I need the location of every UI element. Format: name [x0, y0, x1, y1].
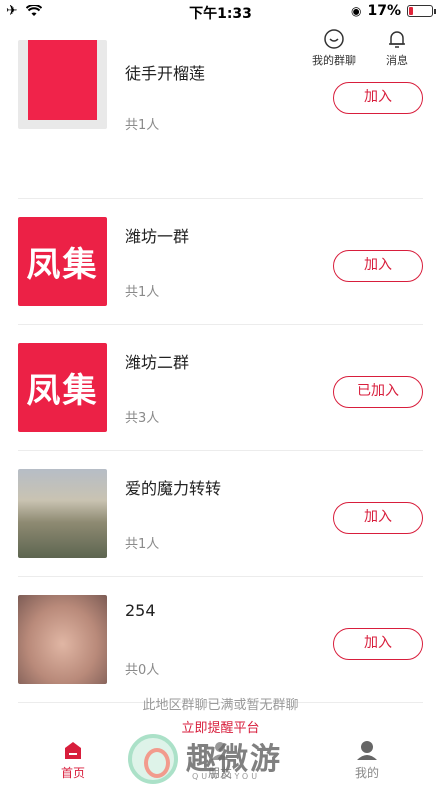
tab-label: 我的 [354, 766, 379, 780]
group-name: 254 [125, 601, 156, 620]
joined-button[interactable]: 已加入 [333, 376, 423, 408]
member-count: 共1人 [125, 285, 160, 300]
profile-icon [357, 741, 377, 760]
list-item[interactable]: 爱的魔力转转 共1人 加入 [18, 451, 423, 577]
tab-label: 首页 [60, 766, 85, 780]
list-item[interactable]: 徒手开榴莲 共1人 加入 [18, 40, 423, 199]
group-name: 徒手开榴莲 [125, 64, 206, 83]
join-button[interactable]: 加入 [333, 250, 423, 282]
group-name: 潍坊一群 [125, 227, 190, 246]
watermark-subtext: QUWEIYOU [192, 772, 261, 781]
join-button[interactable]: 加入 [333, 502, 423, 534]
group-avatar: 凤集 [18, 343, 107, 432]
list-item[interactable]: 凤集 潍坊二群 共3人 已加入 [18, 325, 423, 451]
battery-icon [407, 5, 436, 17]
group-avatar [18, 40, 107, 129]
group-name: 潍坊二群 [125, 353, 190, 372]
empty-region-message: 此地区群聊已满或暂无群聊 [142, 698, 299, 713]
orientation-lock-icon: ◉ [351, 4, 362, 18]
tab-home[interactable]: 首页 [43, 739, 103, 781]
member-count: 共0人 [125, 663, 160, 678]
home-icon [65, 742, 81, 759]
list-item[interactable]: 凤集 潍坊一群 共1人 加入 [18, 199, 423, 325]
group-avatar: 凤集 [18, 217, 107, 306]
member-count: 共3人 [125, 411, 160, 426]
tab-profile[interactable]: 我的 [337, 739, 397, 781]
group-avatar-photo [18, 595, 107, 684]
status-right: ◉ 17% [351, 3, 436, 19]
status-bar: ✈ 下午1:33 ◉ 17% [0, 0, 441, 24]
group-name: 爱的魔力转转 [125, 479, 222, 498]
join-button[interactable]: 加入 [333, 82, 423, 114]
group-list: 徒手开榴莲 共1人 加入 凤集 潍坊一群 共1人 加入 凤集 潍坊二群 共3人 … [0, 40, 441, 703]
watermark-icon [128, 734, 178, 784]
battery-percent: 17% [367, 3, 401, 19]
member-count: 共1人 [125, 118, 160, 133]
join-button[interactable]: 加入 [333, 628, 423, 660]
group-avatar-photo [18, 469, 107, 558]
watermark-logo: 趣微游 QUWEIYOU [128, 732, 328, 788]
list-item[interactable]: 254 共0人 加入 [18, 577, 423, 703]
member-count: 共1人 [125, 537, 160, 552]
